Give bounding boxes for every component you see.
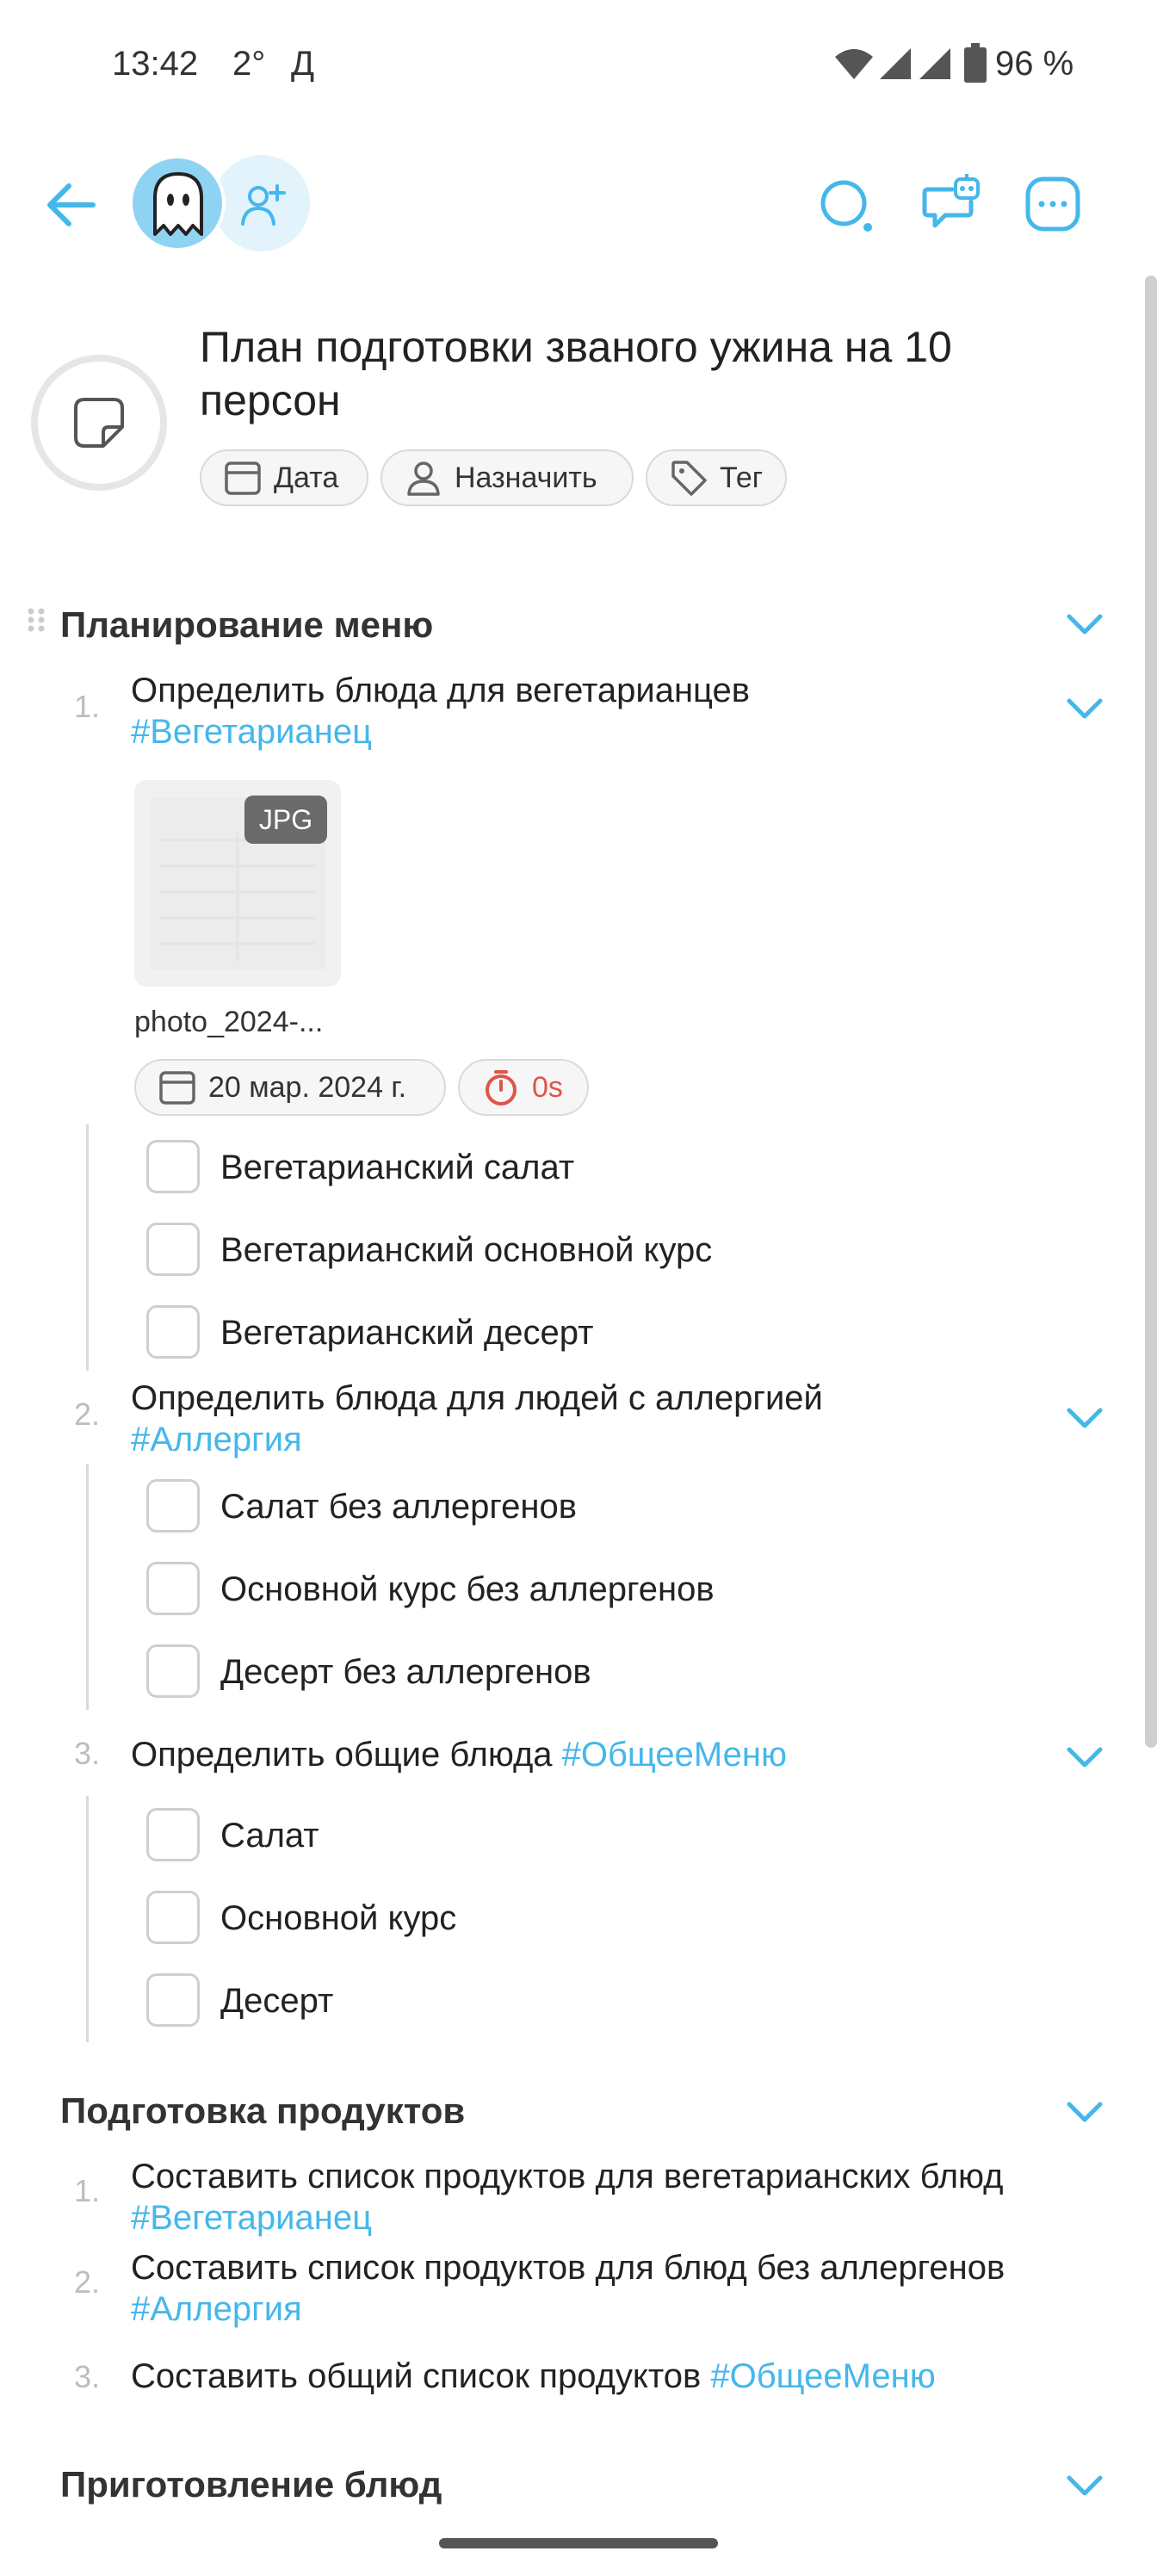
top-bar	[0, 129, 1157, 276]
ghost-icon	[153, 172, 203, 236]
subtask-label: Вегетарианский салат	[220, 1149, 575, 1186]
add-person-icon	[241, 184, 286, 226]
item-text: Определить блюда для вегетарианцев	[131, 672, 751, 709]
timer-label: 0s	[532, 1070, 563, 1104]
item-tag[interactable]: #Вегетарианец	[131, 2199, 372, 2237]
scrollbar[interactable]	[1145, 276, 1157, 1748]
stopwatch-icon	[486, 1070, 517, 1105]
section-title[interactable]: Планирование меню	[60, 604, 433, 646]
list-item[interactable]: Определить блюда для вегетарианцев #Веге…	[131, 670, 1061, 752]
subtask-label: Десерт	[220, 1982, 334, 2020]
item-text: Определить общие блюда	[131, 1736, 553, 1774]
section-title[interactable]: Подготовка продуктов	[60, 2090, 465, 2132]
subtask-checkbox[interactable]	[146, 1891, 200, 1944]
subtask-label: Салат без аллергенов	[220, 1488, 577, 1526]
due-date-chip[interactable]: 20 мар. 2024 г.	[134, 1059, 446, 1116]
item-tag[interactable]: #Аллергия	[131, 2290, 302, 2328]
subtask-checkbox[interactable]	[146, 1305, 200, 1359]
more-dots-icon[interactable]	[1024, 176, 1081, 232]
tag-chip-label: Тег	[720, 461, 764, 494]
item-tag[interactable]: #Аллергия	[131, 1421, 302, 1458]
item-tag[interactable]: #ОбщееМеню	[710, 2357, 935, 2395]
date-chip-label: Дата	[274, 461, 339, 494]
subtask-checkbox[interactable]	[146, 1808, 200, 1861]
subtask-label: Основной курс	[220, 1899, 457, 1937]
item-text: Определить блюда для людей с аллергией	[131, 1379, 823, 1417]
drag-handle-icon[interactable]	[26, 606, 46, 634]
tag-chip[interactable]: Тег	[646, 449, 787, 506]
chevron-down-icon[interactable]	[1064, 1396, 1105, 1438]
battery-percent: 96 %	[995, 45, 1074, 83]
subtask-guide-line	[86, 1124, 89, 1371]
subtask-checkbox[interactable]	[146, 1140, 200, 1193]
subtask-label: Вегетарианский десерт	[220, 1314, 594, 1352]
chevron-down-icon[interactable]	[1064, 1736, 1105, 1777]
item-text: Составить общий список продуктов	[131, 2357, 702, 2395]
page-title[interactable]: План подготовки званого ужина на 10 перс…	[200, 320, 1095, 427]
search-icon[interactable]	[818, 177, 875, 234]
date-chip[interactable]: Дата	[200, 449, 368, 506]
attachment-name[interactable]: photo_2024-...	[134, 1006, 323, 1039]
item-text: Составить список продуктов для вегетариа…	[131, 2158, 1004, 2195]
item-number: 1.	[74, 689, 101, 724]
list-item[interactable]: Составить список продуктов для вегетариа…	[131, 2156, 1061, 2239]
signal-2-icon	[919, 48, 950, 79]
item-number: 1.	[74, 2173, 101, 2208]
subtask-checkbox[interactable]	[146, 1973, 200, 2027]
subtask-checkbox[interactable]	[146, 1562, 200, 1615]
due-date-label: 20 мар. 2024 г.	[208, 1070, 407, 1104]
chevron-down-icon[interactable]	[1064, 687, 1105, 728]
subtask-checkbox[interactable]	[146, 1223, 200, 1276]
assign-chip-label: Назначить	[455, 461, 597, 494]
status-bar: 13:42 2° Д 96 %	[0, 0, 1157, 129]
subtask-checkbox[interactable]	[146, 1479, 200, 1533]
timer-chip[interactable]: 0s	[458, 1059, 589, 1116]
file-type-badge: JPG	[244, 796, 327, 844]
item-number: 3.	[74, 2359, 101, 2394]
home-indicator[interactable]	[439, 2538, 718, 2548]
item-number: 2.	[74, 2264, 101, 2300]
subtask-label: Основной курс без аллергенов	[220, 1570, 715, 1608]
wifi-icon	[835, 49, 873, 79]
status-time: 13:42	[112, 45, 199, 83]
section-title[interactable]: Приготовление блюд	[60, 2464, 442, 2505]
item-tag[interactable]: #ОбщееМеню	[562, 1736, 787, 1774]
tag-icon	[671, 461, 707, 496]
item-tag[interactable]: #Вегетарианец	[131, 713, 372, 751]
battery-icon	[964, 43, 987, 83]
chevron-down-icon[interactable]	[1064, 2464, 1105, 2505]
list-item[interactable]: Составить общий список продуктов #ОбщееМ…	[131, 2356, 1061, 2397]
attachment-thumbnail[interactable]: JPG	[134, 780, 341, 987]
calendar-icon	[225, 461, 261, 495]
subtask-checkbox[interactable]	[146, 1644, 200, 1698]
calendar-icon	[159, 1071, 195, 1105]
item-number: 2.	[74, 1396, 101, 1432]
robot-chat-icon[interactable]	[921, 172, 981, 232]
item-number: 3.	[74, 1736, 101, 1771]
list-item[interactable]: Определить блюда для людей с аллергией #…	[131, 1378, 1061, 1460]
list-item[interactable]: Составить список продуктов для блюд без …	[131, 2247, 1061, 2330]
signal-icon	[880, 48, 911, 79]
item-text: Составить список продуктов для блюд без …	[131, 2249, 1005, 2287]
person-icon	[407, 461, 440, 496]
subtask-label: Салат	[220, 1817, 319, 1855]
status-carrier: Д	[291, 45, 315, 83]
add-collaborator-button[interactable]	[213, 155, 310, 251]
assign-chip[interactable]: Назначить	[381, 449, 634, 506]
subtask-label: Десерт без аллергенов	[220, 1653, 591, 1691]
avatar[interactable]	[129, 155, 226, 251]
list-item[interactable]: Определить общие блюда #ОбщееМеню	[131, 1734, 1061, 1775]
chevron-down-icon[interactable]	[1064, 2090, 1105, 2132]
subtask-guide-line	[86, 1796, 89, 2042]
arrow-left-icon[interactable]	[43, 177, 98, 232]
subtask-label: Вегетарианский основной курс	[220, 1231, 713, 1269]
doc-icon-button[interactable]	[31, 355, 167, 491]
note-page-icon	[74, 398, 124, 448]
chevron-down-icon[interactable]	[1064, 603, 1105, 644]
subtask-guide-line	[86, 1464, 89, 1710]
status-temperature: 2°	[232, 45, 266, 83]
